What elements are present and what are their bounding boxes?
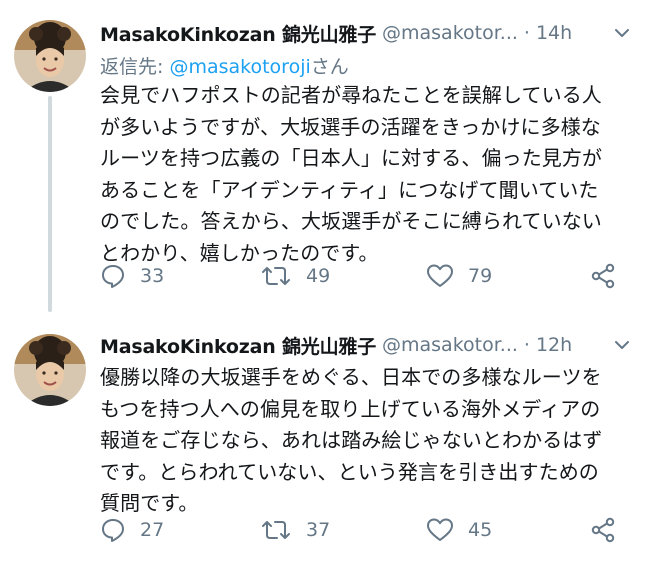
tweet-text-line: 優勝以降の大坂選手をめぐる、日本での多様なルーツを [100, 365, 602, 389]
retweet-button[interactable]: 37 [260, 510, 330, 550]
chevron-down-icon[interactable] [608, 331, 636, 359]
like-button[interactable]: 45 [426, 510, 492, 550]
separator-dot: · [523, 22, 530, 44]
retweet-icon [260, 517, 292, 543]
reply-count: 27 [140, 519, 165, 541]
tweet-text-line: 会見でハフポストの記者が尋ねたことを誤解している人 [100, 83, 602, 107]
replying-to: 返信先: @masakotorojiさん [100, 52, 349, 79]
reply-mention-link[interactable]: @masakotoroji [169, 56, 310, 78]
share-icon [590, 263, 616, 289]
tweet-text-line: が多いようですが、大坂選手の活躍をきっかけに多様な [100, 114, 601, 139]
tweet-actions: 33 49 79 [100, 256, 640, 296]
reply-button[interactable]: 33 [100, 256, 164, 296]
tweet-text: 優勝以降の大坂選手をめぐる、日本での多様なルーツを もつを持つ人への偏見を取り上… [100, 362, 638, 520]
tweet[interactable]: MasakoKinkozan 錦光山雅子 @masakotor... · 14h… [0, 0, 650, 318]
retweet-count: 37 [306, 519, 331, 541]
reply-count: 33 [140, 265, 165, 287]
tweet-text-line: ルーツを持つ広義の「日本人」に対する、偏った見方が [100, 146, 603, 170]
like-button[interactable]: 79 [426, 256, 492, 296]
tweet-header: MasakoKinkozan 錦光山雅子 @masakotor... · 12h [100, 328, 636, 362]
tweet-actions: 27 37 45 [100, 510, 640, 550]
retweet-count: 49 [306, 265, 331, 287]
heart-icon [426, 263, 454, 289]
tweet-text-line: もつを持つ人への偏見を取り上げている海外メディアの [100, 396, 601, 421]
thread-line [48, 96, 52, 312]
separator-dot: · [523, 334, 530, 356]
reply-prefix: 返信先: [100, 56, 170, 78]
retweet-icon [260, 263, 292, 289]
reply-button[interactable]: 27 [100, 510, 164, 550]
avatar[interactable] [14, 334, 86, 406]
tweet-text-line: です。とらわれていない、という発言を引き出すための [100, 459, 599, 484]
share-button[interactable] [590, 256, 616, 296]
display-name[interactable]: MasakoKinkozan 錦光山雅子 [100, 332, 376, 359]
like-count: 79 [468, 265, 493, 287]
heart-icon [426, 517, 454, 543]
retweet-button[interactable]: 49 [260, 256, 330, 296]
tweet-text-line: 報道をご存じなら、あれは踏み絵じゃないとわかるはず [100, 428, 603, 452]
like-count: 45 [468, 519, 493, 541]
reply-icon [100, 517, 126, 543]
reply-icon [100, 263, 126, 289]
share-button[interactable] [590, 510, 616, 550]
timestamp[interactable]: 14h [536, 22, 572, 44]
user-handle[interactable]: @masakotor... [382, 22, 518, 44]
avatar[interactable] [14, 20, 86, 92]
reply-suffix: さん [310, 56, 349, 78]
chevron-down-icon[interactable] [608, 19, 636, 47]
display-name[interactable]: MasakoKinkozan 錦光山雅子 [100, 20, 376, 47]
timestamp[interactable]: 12h [536, 334, 572, 356]
tweet-text-line: のでした。答えから、大坂選手がそこに縛られていない [100, 209, 602, 233]
share-icon [590, 517, 616, 543]
tweet-text-line: あることを「アイデンティティ」につなげて聞いていた [100, 177, 599, 202]
tweet[interactable]: MasakoKinkozan 錦光山雅子 @masakotor... · 12h… [0, 318, 650, 562]
tweet-header: MasakoKinkozan 錦光山雅子 @masakotor... · 14h [100, 16, 636, 50]
user-handle[interactable]: @masakotor... [382, 334, 518, 356]
tweet-text: 会見でハフポストの記者が尋ねたことを誤解している人 が多いようですが、大坂選手の… [100, 80, 638, 269]
